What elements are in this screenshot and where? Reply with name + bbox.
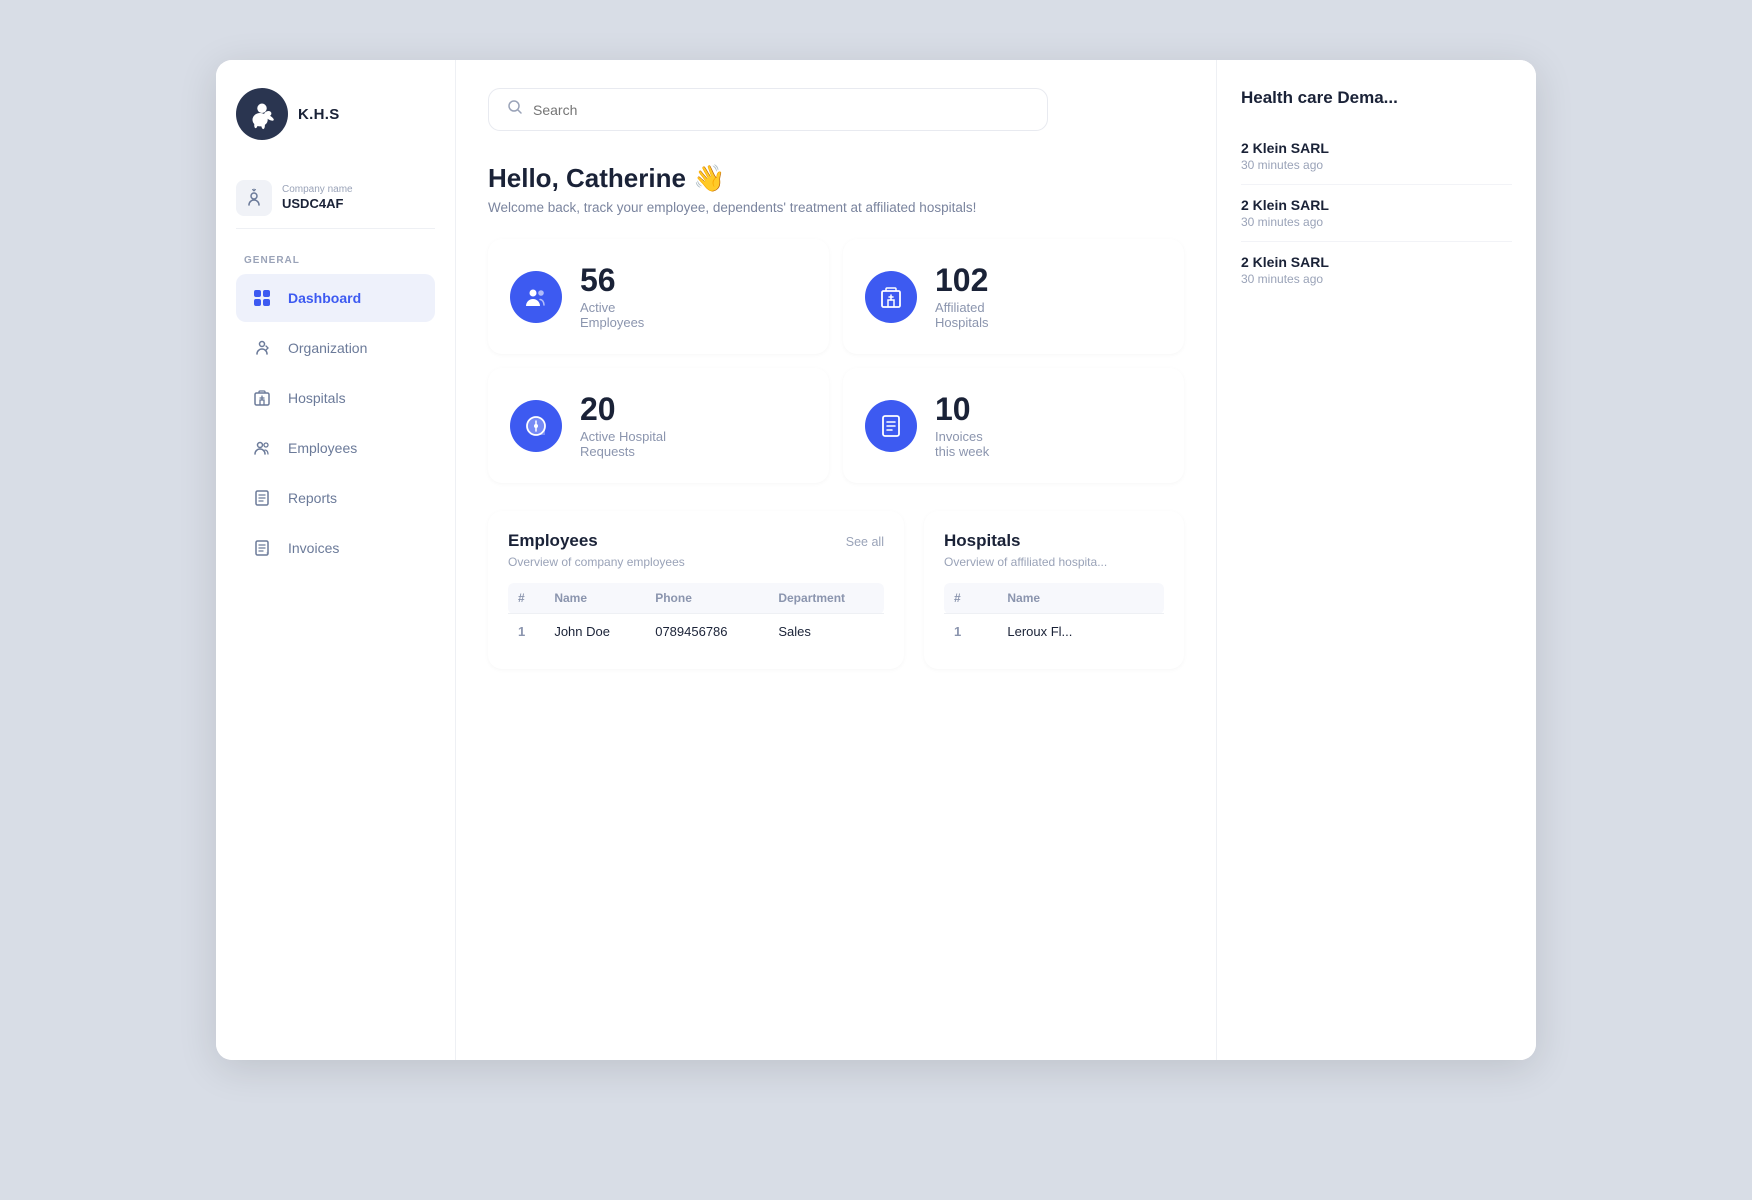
employees-count: 56	[580, 263, 644, 298]
content-inner: Hello, Catherine 👋 Welcome back, track y…	[456, 60, 1536, 1060]
table-row: 1 Leroux Fl...	[944, 614, 1164, 650]
organization-label: Organization	[288, 340, 367, 356]
invoices-label-stat: Invoicesthis week	[935, 429, 989, 459]
section-general-label: GENERAL	[244, 255, 435, 266]
sidebar-item-reports[interactable]: Reports	[236, 474, 435, 522]
demand-item: 2 Klein SARL 30 minutes ago	[1241, 185, 1512, 242]
col-phone-header: Phone	[645, 583, 768, 614]
stat-icon-requests	[510, 400, 562, 452]
demand-time: 30 minutes ago	[1241, 272, 1512, 286]
bottom-tables: Employees See all Overview of company em…	[488, 511, 1184, 669]
main-content: Hello, Catherine 👋 Welcome back, track y…	[456, 60, 1216, 1060]
demand-name: 2 Klein SARL	[1241, 197, 1512, 213]
stat-content-employees: 56 ActiveEmployees	[580, 263, 644, 330]
hospitals-count: 102	[935, 263, 988, 298]
requests-label-stat: Active HospitalRequests	[580, 429, 666, 459]
hospitals-label-stat: AffiliatedHospitals	[935, 300, 988, 330]
col-name-header: Name	[544, 583, 645, 614]
company-area: Company name USDC4AF	[236, 168, 435, 229]
demand-name: 2 Klein SARL	[1241, 140, 1512, 156]
employees-label-stat: ActiveEmployees	[580, 300, 644, 330]
search-input[interactable]	[533, 102, 1029, 118]
stat-content-requests: 20 Active HospitalRequests	[580, 392, 666, 459]
organization-icon	[248, 334, 276, 362]
dashboard-icon	[248, 284, 276, 312]
greeting-section: Hello, Catherine 👋 Welcome back, track y…	[488, 163, 1184, 215]
sidebar-item-hospitals[interactable]: Hospitals	[236, 374, 435, 422]
greeting-subtitle: Welcome back, track your employee, depen…	[488, 200, 1184, 215]
employees-table-section: Employees See all Overview of company em…	[488, 511, 904, 669]
row-phone: 0789456786	[645, 614, 768, 650]
hospitals-label: Hospitals	[288, 390, 346, 406]
invoices-count: 10	[935, 392, 989, 427]
stats-grid: 56 ActiveEmployees	[488, 239, 1184, 483]
sidebar-item-invoices[interactable]: Invoices	[236, 524, 435, 572]
sidebar-item-dashboard[interactable]: Dashboard	[236, 274, 435, 322]
requests-count: 20	[580, 392, 666, 427]
employees-table-sub: Overview of company employees	[508, 555, 884, 569]
demand-name: 2 Klein SARL	[1241, 254, 1512, 270]
demand-item: 2 Klein SARL 30 minutes ago	[1241, 242, 1512, 298]
search-bar[interactable]	[488, 88, 1048, 131]
dashboard-label: Dashboard	[288, 290, 361, 306]
reports-icon	[248, 484, 276, 512]
logo-text: K.H.S	[298, 106, 340, 123]
col-dept-header: Department	[768, 583, 884, 614]
row-name: John Doe	[544, 614, 645, 650]
employees-label: Employees	[288, 440, 357, 456]
invoices-label: Invoices	[288, 540, 339, 556]
employees-table: # Name Phone Department 1 John Doe	[508, 583, 884, 649]
content-area: Hello, Catherine 👋 Welcome back, track y…	[456, 60, 1536, 1060]
reports-label: Reports	[288, 490, 337, 506]
company-icon	[236, 180, 272, 216]
sidebar-item-employees[interactable]: Employees	[236, 424, 435, 472]
stat-icon-invoices	[865, 400, 917, 452]
employees-table-header: Employees See all	[508, 531, 884, 551]
hospitals-table-header: Hospitals	[944, 531, 1164, 551]
hospitals-table: # Name 1 Leroux Fl...	[944, 583, 1164, 649]
employees-see-all[interactable]: See all	[846, 535, 884, 549]
demand-item: 2 Klein SARL 30 minutes ago	[1241, 128, 1512, 185]
health-care-title: Health care Dema...	[1241, 88, 1512, 108]
demand-time: 30 minutes ago	[1241, 158, 1512, 172]
stat-card-requests: 20 Active HospitalRequests	[488, 368, 829, 483]
hospitals-icon	[248, 384, 276, 412]
table-row: 1 John Doe 0789456786 Sales	[508, 614, 884, 650]
hospitals-table-section: Hospitals Overview of affiliated hospita…	[924, 511, 1184, 669]
hosp-col-name-header: Name	[997, 583, 1164, 614]
logo-area: K.H.S	[236, 88, 435, 140]
stat-card-employees: 56 ActiveEmployees	[488, 239, 829, 354]
hospitals-table-title: Hospitals	[944, 531, 1021, 551]
employees-table-title: Employees	[508, 531, 598, 551]
right-panel: Health care Dema... 2 Klein SARL 30 minu…	[1216, 60, 1536, 1060]
sidebar-item-organization[interactable]: Organization	[236, 324, 435, 372]
hosp-row-num: 1	[944, 614, 997, 650]
row-dept: Sales	[768, 614, 884, 650]
col-num-header: #	[508, 583, 544, 614]
employees-icon	[248, 434, 276, 462]
stat-card-hospitals: 102 AffiliatedHospitals	[843, 239, 1184, 354]
hosp-row-name: Leroux Fl...	[997, 614, 1164, 650]
demand-time: 30 minutes ago	[1241, 215, 1512, 229]
greeting-title: Hello, Catherine 👋	[488, 163, 1184, 194]
hosp-col-num-header: #	[944, 583, 997, 614]
stat-card-invoices: 10 Invoicesthis week	[843, 368, 1184, 483]
stat-icon-hospitals	[865, 271, 917, 323]
row-num: 1	[508, 614, 544, 650]
stat-content-hospitals: 102 AffiliatedHospitals	[935, 263, 988, 330]
company-name: USDC4AF	[282, 196, 343, 211]
sidebar: K.H.S Company name USDC4AF GENERAL	[216, 60, 456, 1060]
stat-content-invoices: 10 Invoicesthis week	[935, 392, 989, 459]
stat-icon-employees	[510, 271, 562, 323]
company-info: Company name USDC4AF	[282, 184, 353, 213]
search-icon	[507, 99, 523, 120]
hospitals-table-sub: Overview of affiliated hospita...	[944, 555, 1164, 569]
company-label: Company name	[282, 184, 353, 195]
invoices-icon	[248, 534, 276, 562]
logo-icon	[236, 88, 288, 140]
